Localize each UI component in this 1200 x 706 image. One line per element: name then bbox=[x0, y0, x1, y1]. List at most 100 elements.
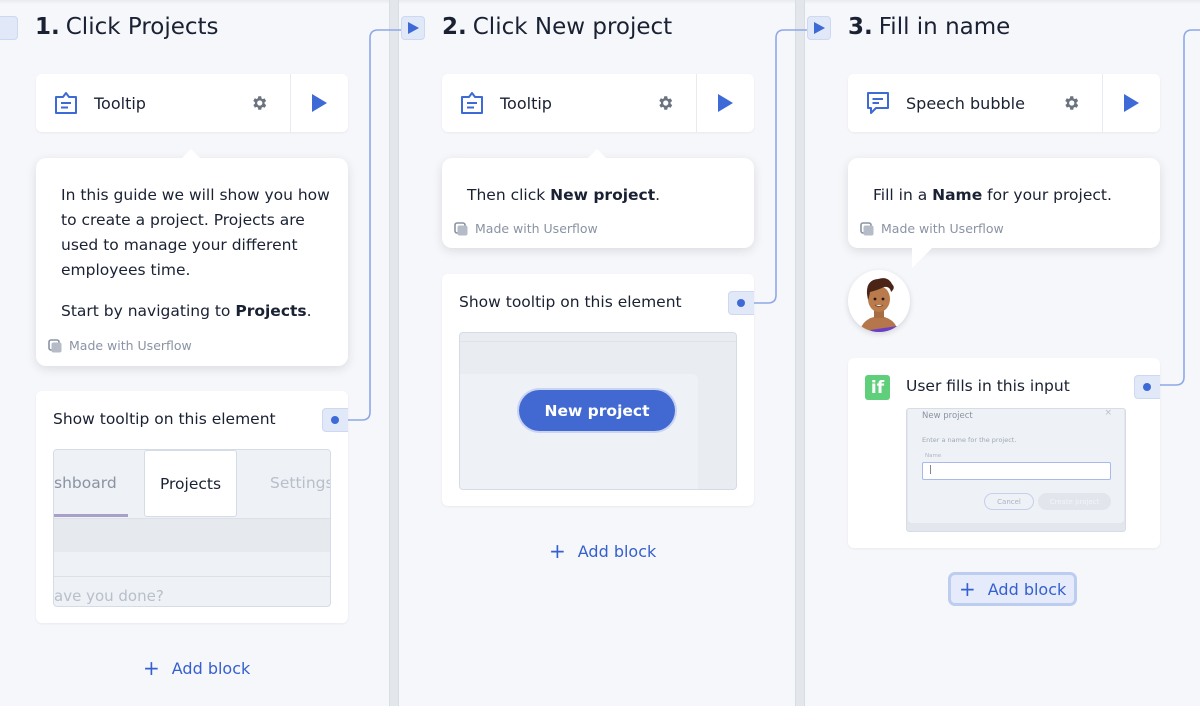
content-band bbox=[54, 552, 330, 577]
preview-play-button[interactable] bbox=[1102, 74, 1160, 132]
block-type-label: Tooltip bbox=[500, 93, 552, 113]
step-title[interactable]: 3. Fill in name bbox=[848, 14, 1010, 40]
add-block-label: Add block bbox=[171, 658, 251, 678]
tooltip-bubble-preview[interactable]: Then click New project. Made with Userfl… bbox=[442, 149, 754, 248]
gear-icon[interactable] bbox=[1060, 92, 1082, 114]
play-icon bbox=[1124, 94, 1139, 112]
plus-icon: + bbox=[959, 577, 976, 601]
close-icon: × bbox=[1104, 408, 1112, 418]
speech-notch bbox=[912, 248, 932, 268]
step-number: 1. bbox=[35, 14, 60, 40]
userflow-logo-icon bbox=[454, 221, 468, 235]
tooltip-notch bbox=[181, 149, 201, 159]
tooltip-paragraph: Start by navigating to Projects. bbox=[61, 299, 331, 324]
block-header-card[interactable]: Speech bubble bbox=[848, 74, 1160, 132]
connector-dot bbox=[737, 299, 745, 307]
text-span: for your project. bbox=[982, 186, 1112, 204]
tooltip-notch bbox=[587, 149, 607, 159]
speech-body: Fill in a Name for your project. bbox=[873, 183, 1112, 208]
target-label: Show tooltip on this element bbox=[459, 293, 682, 311]
made-with-userflow[interactable]: Made with Userflow bbox=[454, 221, 598, 236]
step-title[interactable]: 2. Click New project bbox=[442, 14, 672, 40]
block-type-label: Tooltip bbox=[94, 93, 146, 113]
made-with-userflow[interactable]: Made with Userflow bbox=[48, 338, 192, 353]
block-header-card[interactable]: Tooltip bbox=[36, 74, 348, 132]
play-icon bbox=[718, 94, 733, 112]
tooltip-body: In this guide we will show you how to cr… bbox=[61, 183, 331, 324]
content-band bbox=[54, 518, 330, 552]
tooltip-icon bbox=[458, 89, 486, 117]
step-column-3: 3. Fill in name Speech bubble Fill in a N… bbox=[812, 0, 1160, 706]
gear-icon[interactable] bbox=[654, 92, 676, 114]
element-screenshot-preview: shboard Projects Settings ave you done? bbox=[53, 449, 331, 607]
column-divider bbox=[795, 0, 805, 706]
text-span: Start by navigating to bbox=[61, 302, 236, 320]
branding-text: Made with Userflow bbox=[69, 338, 192, 353]
connector-handle[interactable] bbox=[1134, 375, 1160, 399]
add-block-label: Add block bbox=[987, 579, 1067, 599]
active-underline bbox=[54, 514, 128, 517]
column-divider bbox=[389, 0, 399, 706]
target-element-card[interactable]: Show tooltip on this element New project bbox=[442, 274, 754, 506]
add-block-button[interactable]: + Add block bbox=[143, 658, 250, 678]
connector-handle[interactable] bbox=[728, 291, 754, 315]
condition-label: User fills in this input bbox=[906, 377, 1070, 395]
step-title[interactable]: 1. Click Projects bbox=[35, 14, 219, 40]
target-label: Show tooltip on this element bbox=[53, 410, 276, 428]
add-block-button[interactable]: + Add block bbox=[948, 572, 1078, 606]
dialog-preview: New project × Enter a name for the proje… bbox=[908, 409, 1124, 523]
preview-play-button[interactable] bbox=[290, 74, 348, 132]
dialog-create-button: Create project bbox=[1038, 493, 1111, 510]
preview-line bbox=[460, 341, 736, 342]
connector-handle[interactable] bbox=[322, 408, 348, 432]
add-block-button[interactable]: + Add block bbox=[549, 541, 656, 561]
new-project-button-highlight: New project bbox=[519, 390, 675, 431]
block-type-label: Speech bubble bbox=[906, 93, 1025, 113]
tooltip-icon bbox=[52, 89, 80, 117]
tooltip-bubble-preview[interactable]: In this guide we will show you how to cr… bbox=[36, 149, 348, 366]
step-column-2: 2. Click New project Tooltip Then click N… bbox=[406, 0, 754, 706]
nav-tab-settings: Settings bbox=[270, 474, 331, 492]
dialog-title: New project bbox=[922, 411, 973, 421]
tooltip-paragraph: In this guide we will show you how to cr… bbox=[61, 186, 330, 279]
text-span: . bbox=[655, 186, 661, 204]
speech-bubble-icon bbox=[864, 89, 892, 117]
connector-dot bbox=[1143, 383, 1151, 391]
connector-dot bbox=[331, 416, 339, 424]
field-label: Name bbox=[925, 453, 942, 459]
gear-icon[interactable] bbox=[248, 92, 270, 114]
nav-tab-dashboard: shboard bbox=[54, 474, 117, 492]
tooltip-body: Then click New project. bbox=[467, 183, 660, 208]
step-number: 2. bbox=[442, 14, 467, 40]
if-badge: if bbox=[865, 375, 890, 400]
bold-text: Projects bbox=[235, 302, 307, 320]
userflow-logo-icon bbox=[860, 221, 874, 235]
text-span: Then click bbox=[467, 186, 551, 204]
preview-play-button[interactable] bbox=[696, 74, 754, 132]
add-block-label: Add block bbox=[577, 541, 657, 561]
input-placeholder: ave you done? bbox=[54, 587, 164, 605]
input-screenshot-preview: New project × Enter a name for the proje… bbox=[906, 408, 1126, 532]
name-input-highlight: | bbox=[922, 462, 1111, 480]
plus-icon: + bbox=[549, 539, 566, 563]
block-header-card[interactable]: Tooltip bbox=[442, 74, 754, 132]
step-name: Click New project bbox=[472, 14, 673, 40]
element-screenshot-preview: New project bbox=[459, 332, 737, 490]
text-span: Fill in a bbox=[873, 186, 933, 204]
dialog-cancel-button: Cancel bbox=[984, 493, 1034, 510]
speech-bubble-preview[interactable]: Fill in a Name for your project. Made wi… bbox=[848, 158, 1160, 268]
branding-text: Made with Userflow bbox=[475, 221, 598, 236]
condition-card[interactable]: if User fills in this input New project … bbox=[848, 358, 1160, 548]
step-number: 3. bbox=[848, 14, 873, 40]
plus-icon: + bbox=[143, 656, 160, 680]
avatar bbox=[848, 270, 910, 332]
step-column-1: 1. Click Projects Tooltip In this guide w… bbox=[0, 0, 348, 706]
userflow-logo-icon bbox=[48, 338, 62, 352]
nav-tab-projects-highlight: Projects bbox=[144, 450, 237, 517]
step-name: Fill in name bbox=[878, 14, 1011, 40]
made-with-userflow[interactable]: Made with Userflow bbox=[860, 221, 1004, 236]
branding-text: Made with Userflow bbox=[881, 221, 1004, 236]
text-span: . bbox=[306, 302, 312, 320]
avatar-illustration bbox=[860, 278, 900, 332]
target-element-card[interactable]: Show tooltip on this element shboard Pro… bbox=[36, 391, 348, 623]
